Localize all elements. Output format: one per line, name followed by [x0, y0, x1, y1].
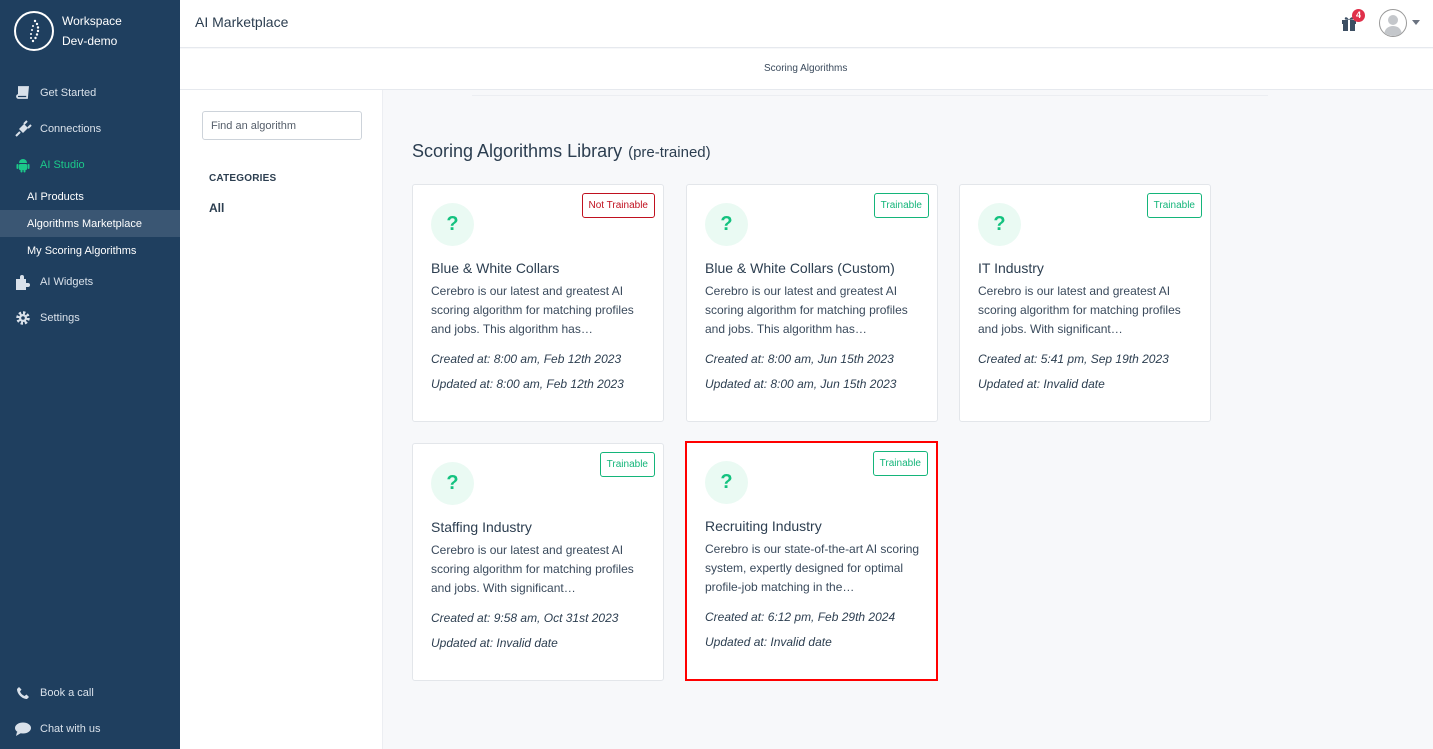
card-created-at: Created at: 9:58 am, Oct 31st 2023 — [431, 611, 619, 625]
library-title-text: Scoring Algorithms Library — [412, 141, 623, 161]
card-description: Cerebro is our latest and greatest AI sc… — [431, 284, 634, 336]
notification-badge: 4 — [1352, 9, 1365, 22]
card-title: Blue & White Collars — [431, 260, 560, 276]
card-created-at: Created at: 5:41 pm, Sep 19th 2023 — [978, 352, 1169, 366]
algorithm-search-input[interactable] — [202, 111, 362, 140]
phone-icon — [14, 684, 32, 702]
book-a-call-label: Book a call — [40, 687, 94, 699]
algorithm-card-blue-white-collars[interactable]: ? Not Trainable Blue & White Collars Cer… — [412, 184, 664, 422]
card-updated-at: Updated at: 8:00 am, Feb 12th 2023 — [431, 377, 624, 391]
library-subtitle: (pre-trained) — [628, 144, 711, 161]
card-title: IT Industry — [978, 260, 1044, 276]
sidebar-item-settings[interactable]: Settings — [0, 300, 180, 336]
divider — [472, 95, 1268, 96]
card-description: Cerebro is our latest and greatest AI sc… — [705, 284, 908, 336]
sidebar: Workspace Dev-demo Get Started Connectio… — [0, 0, 180, 749]
puzzle-icon — [14, 273, 32, 291]
card-created-at: Created at: 6:12 pm, Feb 29th 2024 — [705, 610, 896, 624]
workspace-logo-icon — [14, 11, 54, 51]
card-description: Cerebro is our latest and greatest AI sc… — [978, 284, 1181, 336]
sidebar-item-ai-studio[interactable]: AI Studio — [0, 147, 180, 183]
trainable-badge: Trainable — [873, 193, 929, 218]
question-icon: ? — [431, 203, 474, 246]
android-icon — [14, 156, 32, 174]
sidebar-item-label: Connections — [40, 123, 102, 135]
workspace-name: Dev-demo — [62, 34, 118, 48]
book-a-call-link[interactable]: Book a call — [0, 675, 180, 711]
sidebar-subitem-label: My Scoring Algorithms — [27, 244, 137, 257]
user-avatar[interactable] — [1379, 9, 1407, 37]
sidebar-item-label: Get Started — [40, 87, 97, 99]
sidebar-subitem-label: Algorithms Marketplace — [27, 217, 142, 230]
trainable-badge: Trainable — [1146, 193, 1202, 218]
sidebar-subitem-algorithms-marketplace[interactable]: Algorithms Marketplace — [0, 210, 180, 237]
algorithm-card-recruiting-industry[interactable]: ? Trainable Recruiting Industry Cerebro … — [685, 441, 938, 681]
card-title: Blue & White Collars (Custom) — [705, 260, 895, 276]
card-description: Cerebro is our state-of-the-art AI scori… — [705, 542, 920, 594]
question-icon: ? — [978, 203, 1021, 246]
sidebar-nav: Get Started Connections AI Studio AI Pro… — [0, 75, 180, 336]
sidebar-item-label: Settings — [40, 312, 80, 324]
card-description: Cerebro is our latest and greatest AI sc… — [431, 543, 634, 595]
card-created-at: Created at: 8:00 am, Feb 12th 2023 — [431, 352, 622, 366]
gear-icon — [14, 309, 32, 327]
card-updated-at: Updated at: Invalid date — [705, 635, 832, 649]
sidebar-bottom: Book a call Chat with us — [0, 675, 180, 747]
algorithm-card-staffing-industry[interactable]: ? Trainable Staffing Industry Cerebro is… — [412, 443, 664, 681]
sidebar-item-label: AI Widgets — [40, 276, 94, 288]
subheader-tabs: Scoring Algorithms — [180, 49, 1433, 90]
sidebar-subitem-my-scoring-algorithms[interactable]: My Scoring Algorithms — [0, 237, 180, 264]
user-menu-chevron-down-icon[interactable] — [1412, 20, 1420, 25]
question-icon: ? — [705, 461, 748, 504]
top-header: AI Marketplace 4 — [180, 0, 1433, 48]
card-title: Recruiting Industry — [705, 518, 822, 534]
book-icon — [14, 84, 32, 102]
chat-icon — [14, 720, 32, 738]
workspace-switcher[interactable]: Workspace Dev-demo — [14, 10, 122, 52]
library-title: Scoring Algorithms Library (pre-trained) — [412, 141, 711, 162]
question-icon: ? — [705, 203, 748, 246]
card-updated-at: Updated at: Invalid date — [978, 377, 1105, 391]
algorithm-card-blue-white-collars-custom[interactable]: ? Trainable Blue & White Collars (Custom… — [686, 184, 938, 422]
filter-panel: CATEGORIES All — [180, 90, 383, 749]
page-title: AI Marketplace — [195, 14, 289, 30]
question-icon: ? — [431, 462, 474, 505]
card-updated-at: Updated at: 8:00 am, Jun 15th 2023 — [705, 377, 897, 391]
trainable-badge: Trainable — [872, 451, 928, 476]
plug-icon — [14, 120, 32, 138]
card-created-at: Created at: 8:00 am, Jun 15th 2023 — [705, 352, 894, 366]
card-updated-at: Updated at: Invalid date — [431, 636, 558, 650]
chat-with-us-link[interactable]: Chat with us — [0, 711, 180, 747]
sidebar-item-ai-widgets[interactable]: AI Widgets — [0, 264, 180, 300]
categories-heading: CATEGORIES — [209, 173, 277, 184]
sidebar-item-connections[interactable]: Connections — [0, 111, 180, 147]
algorithm-card-it-industry[interactable]: ? Trainable IT Industry Cerebro is our l… — [959, 184, 1211, 422]
workspace-label: Workspace — [62, 14, 122, 28]
sidebar-subitem-label: AI Products — [27, 190, 84, 203]
tab-scoring-algorithms[interactable]: Scoring Algorithms — [764, 63, 847, 74]
trainable-badge: Trainable — [599, 452, 655, 477]
chat-with-us-label: Chat with us — [40, 723, 101, 735]
sidebar-subitem-ai-products[interactable]: AI Products — [0, 183, 180, 210]
category-all[interactable]: All — [209, 201, 224, 215]
trainable-badge: Not Trainable — [581, 193, 655, 218]
sidebar-item-get-started[interactable]: Get Started — [0, 75, 180, 111]
sidebar-item-label: AI Studio — [40, 159, 85, 171]
card-title: Staffing Industry — [431, 519, 532, 535]
